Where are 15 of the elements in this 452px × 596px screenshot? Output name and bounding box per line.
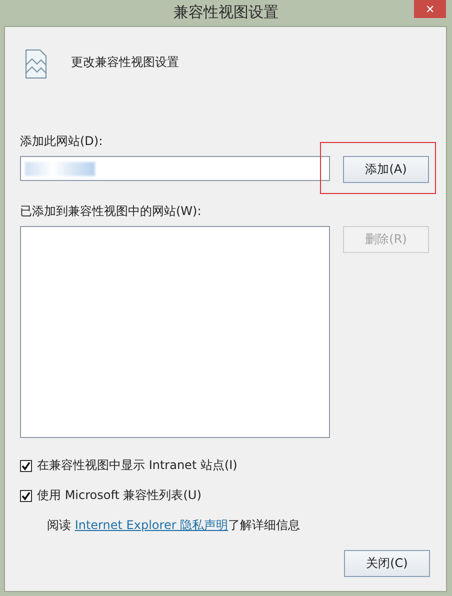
field-label: 添加此网站(D): (20, 133, 104, 150)
page-icon (25, 49, 47, 79)
privacy-text: 阅读 Internet Explorer 隐私声明了解详细信息 (46, 517, 302, 534)
window-title: 兼容性视图设置 (174, 3, 278, 22)
add-button[interactable]: 添加(A) (343, 156, 429, 183)
dialog-heading: 更改兼容性视图设置 (71, 54, 179, 71)
list-label: 已添加到兼容性视图中的网站(W): (20, 203, 202, 220)
website-input-field[interactable] (20, 156, 330, 181)
checkbox[interactable] (20, 460, 32, 472)
checkbox-label: 在兼容性视图中显示 Intranet 站点(I) (37, 457, 238, 474)
checkbox-label: 使用 Microsoft 兼容性列表(U) (37, 487, 202, 504)
privacy-link[interactable]: Internet Explorer 隐私声明 (74, 518, 228, 532)
close-button[interactable]: ✕ (414, 0, 446, 18)
close-dialog-button[interactable]: 关闭(C) (344, 550, 430, 577)
checkbox[interactable] (20, 490, 32, 502)
